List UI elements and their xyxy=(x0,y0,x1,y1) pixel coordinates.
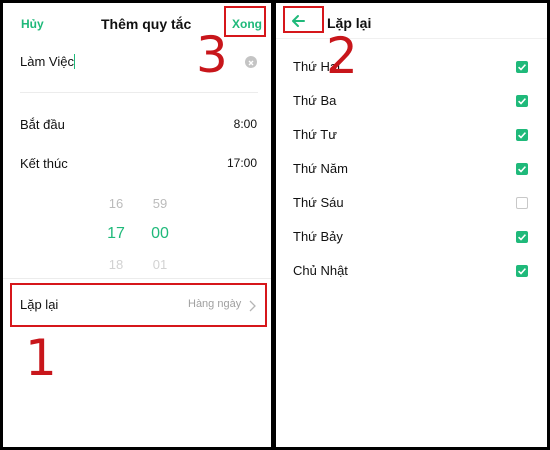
day-checkbox[interactable] xyxy=(516,129,528,141)
picker-hour-next: 18 xyxy=(108,257,124,272)
day-label: Thứ Tư xyxy=(293,127,337,142)
picker-minute-prev: 59 xyxy=(152,196,168,211)
day-row[interactable]: Thứ Sáu xyxy=(276,193,547,215)
annotation-number-1: 1 xyxy=(25,329,57,387)
day-row[interactable]: Chủ Nhật xyxy=(276,261,547,283)
rule-name-value: Làm Việc xyxy=(20,54,74,69)
checkmark-icon xyxy=(518,166,526,173)
end-value: 17:00 xyxy=(226,156,257,170)
day-checkbox[interactable] xyxy=(516,61,528,73)
checkmark-icon xyxy=(518,268,526,275)
day-label: Thứ Sáu xyxy=(293,195,344,210)
day-checkbox[interactable] xyxy=(516,197,528,209)
time-picker[interactable]: 16 17 18 59 00 01 xyxy=(98,188,188,273)
picker-hour-prev: 16 xyxy=(108,196,124,211)
day-row[interactable]: Thứ Bảy xyxy=(276,227,547,249)
annotation-number-3: 3 xyxy=(196,26,228,84)
day-row[interactable]: Thứ Năm xyxy=(276,159,547,181)
header-divider xyxy=(276,38,547,39)
end-label: Kết thúc xyxy=(20,156,68,171)
checkmark-icon xyxy=(518,132,526,139)
end-time-row[interactable]: Kết thúc 17:00 xyxy=(3,152,271,176)
day-label: Chủ Nhật xyxy=(293,263,348,278)
day-label: Thứ Ba xyxy=(293,93,337,108)
cancel-button[interactable]: Hủy xyxy=(21,17,44,31)
annotation-number-2: 2 xyxy=(326,27,358,85)
annotation-box-back xyxy=(283,6,324,33)
checkmark-icon xyxy=(518,98,526,105)
start-label: Bắt đầu xyxy=(20,117,65,132)
day-label: Thứ Bảy xyxy=(293,229,343,244)
divider xyxy=(3,278,271,279)
repeat-screen: Lặp lại Thứ Hai Thứ Ba Thứ Tư Thứ Năm Thứ Sá… xyxy=(276,3,547,447)
text-cursor xyxy=(73,54,75,69)
day-checkbox[interactable] xyxy=(516,163,528,175)
rule-name-input[interactable]: Làm Việc xyxy=(20,53,75,71)
day-checkbox[interactable] xyxy=(516,265,528,277)
day-checkbox[interactable] xyxy=(516,95,528,107)
start-value: 8:00 xyxy=(233,117,257,131)
divider xyxy=(20,92,258,93)
checkmark-icon xyxy=(518,234,526,241)
day-checkbox[interactable] xyxy=(516,231,528,243)
page-title: Thêm quy tắc xyxy=(101,16,192,32)
checkmark-icon xyxy=(518,64,526,71)
annotation-box-repeat xyxy=(10,283,267,327)
day-row[interactable]: Thứ Hai xyxy=(276,57,547,79)
clear-icon[interactable] xyxy=(245,56,257,68)
day-label: Thứ Năm xyxy=(293,161,348,176)
picker-minute-next: 01 xyxy=(152,257,168,272)
day-row[interactable]: Thứ Tư xyxy=(276,125,547,147)
annotation-box-done xyxy=(224,6,266,37)
start-time-row[interactable]: Bắt đầu 8:00 xyxy=(3,113,271,137)
day-row[interactable]: Thứ Ba xyxy=(276,91,547,113)
picker-minute-selected: 00 xyxy=(151,225,169,242)
picker-hour-selected: 17 xyxy=(107,225,125,242)
